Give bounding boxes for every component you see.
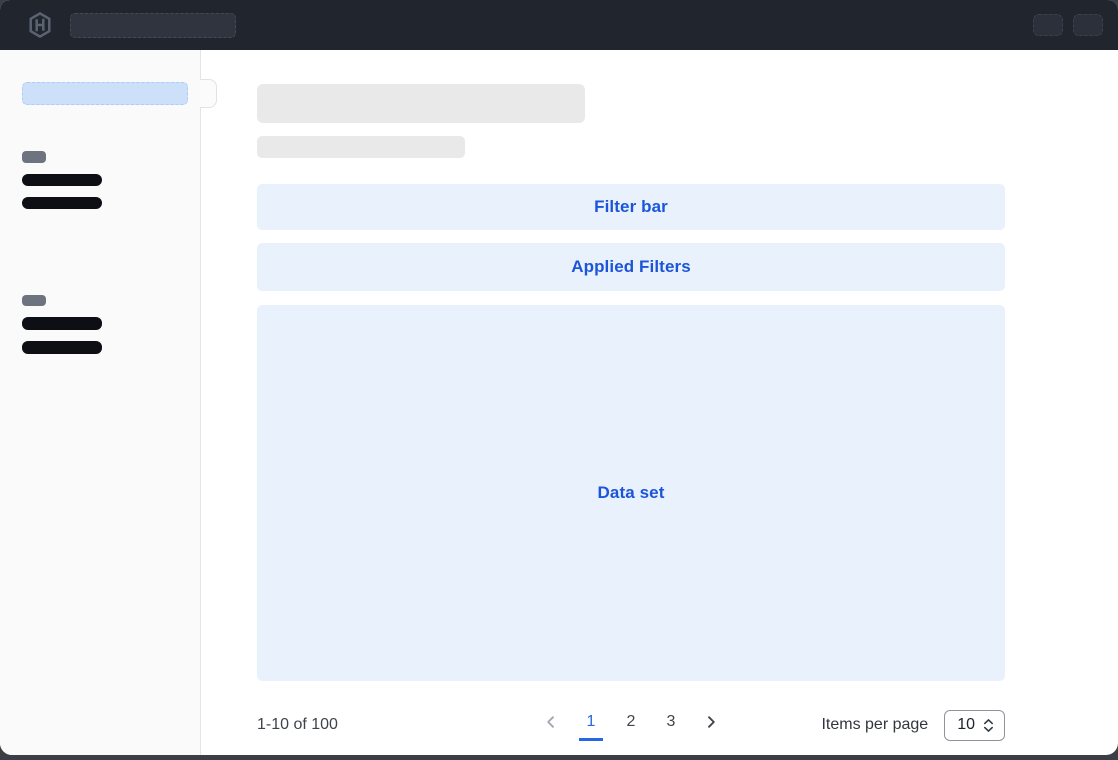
sidebar-item-placeholder[interactable] [22,197,102,209]
data-set-label: Data set [598,483,665,503]
hashicorp-logo-icon [28,12,52,38]
pagination-range-text: 1-10 of 100 [257,716,338,734]
sidebar-group-1 [0,151,200,209]
sidebar-item-placeholder[interactable] [22,317,102,330]
app-window: Filter bar Applied Filters Data set 1-10… [0,0,1118,755]
filter-bar-region: Filter bar [257,184,1005,230]
topbar-action-placeholder-2[interactable] [1073,14,1103,36]
pagination-bar: 1-10 of 100 1 2 3 Items per page 10 [257,703,1005,747]
page-button-3[interactable]: 3 [659,709,683,741]
main-content: Filter bar Applied Filters Data set 1-10… [201,50,1118,755]
chevron-left-icon[interactable] [539,710,563,740]
topbar-action-placeholder-1[interactable] [1033,14,1063,36]
unfold-more-icon [982,718,995,733]
pagination-pages: 1 2 3 [539,709,723,741]
items-per-page-label: Items per page [821,716,928,734]
sidebar-section-label-placeholder [22,295,46,306]
data-set-region: Data set [257,305,1005,681]
applied-filters-label: Applied Filters [571,257,691,277]
items-per-page-value: 10 [957,716,975,734]
sidebar-section-label-placeholder [22,151,46,163]
topbar [0,0,1118,50]
page-button-2[interactable]: 2 [619,709,643,741]
page-button-1[interactable]: 1 [579,709,603,741]
items-per-page-group: Items per page 10 [821,710,1005,741]
sidebar-active-item-placeholder[interactable] [22,82,188,105]
page-subtitle-placeholder [257,136,465,158]
sidebar-item-placeholder[interactable] [22,174,102,186]
chevron-right-icon[interactable] [699,710,723,740]
items-per-page-select[interactable]: 10 [944,710,1005,741]
applied-filters-region: Applied Filters [257,243,1005,291]
sidebar [0,50,201,755]
sidebar-group-2 [0,295,200,354]
page-title-placeholder [257,84,585,123]
search-input-placeholder[interactable] [70,13,236,38]
topbar-actions [1033,14,1103,36]
sidebar-item-placeholder[interactable] [22,341,102,354]
filter-bar-label: Filter bar [594,197,668,217]
